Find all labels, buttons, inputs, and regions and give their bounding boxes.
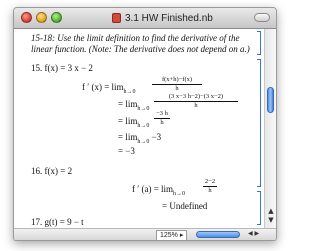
derivative-lhs: f ′ (x) = limh→0: [82, 82, 136, 95]
fraction-denominator: h: [160, 119, 164, 126]
problem-17-label: 17. g(t) = 9 − t: [31, 217, 84, 227]
cell-bracket[interactable]: [257, 191, 261, 225]
zoom-menu[interactable]: 125% ▸: [156, 230, 188, 240]
fraction-denominator: h: [208, 187, 212, 194]
step-equals: = limh→0: [118, 99, 150, 112]
instructions-text: 15-18: Use the limit definition to find …: [31, 33, 240, 43]
fraction-denominator: h: [175, 85, 179, 92]
notebook-content: 15-18: Use the limit definition to find …: [14, 29, 264, 227]
toolbar-toggle-button[interactable]: [254, 13, 270, 22]
window-title-group: 3.1 HW Finished.nb: [112, 11, 213, 25]
horizontal-scroll-arrows-icon[interactable]: ◀ ▶: [248, 229, 259, 239]
derivative-lhs: f ′ (a) = limh→0: [132, 184, 186, 197]
horizontal-scroll-thumb[interactable]: [196, 231, 240, 238]
fraction-denominator: h: [194, 102, 198, 109]
fraction-numerator: f(x+h)−f(x): [161, 76, 193, 83]
minimize-button[interactable]: [36, 12, 47, 23]
close-button[interactable]: [21, 12, 32, 23]
problem-16-label: 16. f(x) = 2: [31, 166, 73, 176]
vertical-scroll-thumb[interactable]: [267, 87, 274, 113]
document-icon: [112, 13, 121, 23]
limit-subscript: h→0: [123, 88, 136, 95]
scroll-up-arrow-icon[interactable]: ▲: [266, 207, 276, 215]
vertical-scrollbar[interactable]: ▲ ▼: [264, 29, 276, 228]
fraction-numerator: 2−2: [204, 178, 216, 185]
cell-bracket[interactable]: [257, 31, 261, 55]
zoom-button[interactable]: [51, 12, 62, 23]
result-value: = Undefined: [162, 201, 208, 211]
problem-15-label: 15. f(x) = 3 x − 2: [31, 63, 93, 73]
cell-bracket[interactable]: [257, 59, 261, 187]
title-bar: 3.1 HW Finished.nb: [14, 8, 276, 29]
fraction-numerator: (3 x−3 h−2)−(3 x−2): [168, 93, 224, 100]
status-bar: 125% ▸ ◀ ▶: [14, 228, 276, 240]
instructions-text: linear function. (Note: The derivative d…: [31, 44, 250, 54]
result-value: = −3: [118, 146, 135, 156]
fraction-numerator: −3 h: [156, 110, 168, 117]
scroll-down-arrow-icon[interactable]: ▼: [266, 216, 276, 224]
step-equals: = limh→0: [118, 116, 150, 129]
notebook-window: 3.1 HW Finished.nb 15-18: Use the limit …: [13, 7, 277, 241]
window-title: 3.1 HW Finished.nb: [125, 12, 213, 24]
